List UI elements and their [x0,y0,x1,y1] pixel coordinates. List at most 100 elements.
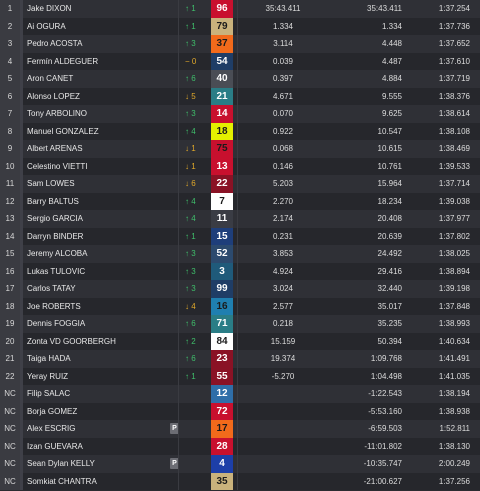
table-row[interactable]: 2 Ai OGURA ↑ 1 79 1.334 1.334 1:37.736 [0,17,480,36]
row-divider [20,245,23,263]
rider-name[interactable]: Sean Dylan KELLY [27,455,177,473]
rider-number-badge: 28 [211,437,233,455]
rider-name[interactable]: Borja GOMEZ [27,403,177,421]
column-divider [178,52,179,70]
rider-name[interactable]: Sam LOWES [27,175,177,193]
rider-name[interactable]: Alonso LOPEZ [27,88,177,106]
column-divider [178,315,179,333]
table-row[interactable]: 15 Jeremy ALCOBA ↑ 3 52 3.853 24.492 1:38.025 [0,245,480,263]
rider-name[interactable]: Taiga HADA [27,350,177,368]
rider-number-badge: 84 [211,332,233,350]
gap-cell: 3.114 [273,39,293,48]
table-row[interactable]: NC Izan GUEVARA 28 -11:01.802 1:38.130 [0,437,480,456]
rider-name[interactable]: Pedro ACOSTA [27,35,177,53]
row-divider [20,332,23,350]
rider-name[interactable]: Carlos TATAY [27,280,177,298]
position-cell: 22 [0,367,20,385]
position-cell: 11 [0,175,20,193]
position-cell: 19 [0,315,20,333]
table-row[interactable]: 16 Lukas TULOVIC ↑ 3 3 4.924 29.416 1:38.894 [0,262,480,281]
table-row[interactable]: 7 Tony ARBOLINO ↑ 3 14 0.070 9.625 1:38.614 [0,105,480,123]
total-gap-cell: -21:00.627 [363,476,402,486]
total-gap-cell: -6:59.503 [368,424,402,433]
rider-name[interactable]: Jeremy ALCOBA [27,245,177,263]
table-row[interactable]: 11 Sam LOWES ↓ 6 22 5.203 15.964 1:37.714 [0,175,480,193]
rider-name[interactable]: Filip SALAC [27,385,177,403]
row-divider [20,87,23,105]
rider-name[interactable]: Manuel GONZALEZ [27,123,177,141]
gap-cell: 0.922 [272,126,294,136]
position-change: ↑ 3 [185,249,196,258]
rider-number-badge: 22 [211,175,233,193]
rider-name[interactable]: Dennis FOGGIA [27,315,177,333]
total-gap-cell: 32.440 [377,284,402,293]
position-cell: 3 [0,35,20,53]
rider-name[interactable]: Sergio GARCIA [27,210,177,228]
results-table: 1 Jake DIXON ↑ 1 96 35:43.411 35:43.411 1:37.2… [0,0,480,490]
rider-number-badge: 35 [211,472,233,490]
rider-name[interactable]: Yeray RUIZ [27,368,177,386]
gap-cell: 2.270 [272,196,294,206]
table-row[interactable]: 6 Alonso LOPEZ ↓ 5 21 4.671 9.555 1:38.376 [0,87,480,106]
rider-name[interactable]: Lukas TULOVIC [27,263,177,281]
rider-name[interactable]: Tony ARBOLINO [27,105,177,123]
rider-number-badge: 23 [211,350,233,368]
gap-cell: 1.334 [272,21,294,31]
best-lap-cell: 1:38.130 [438,441,470,451]
rider-name[interactable]: Ai OGURA [27,18,177,36]
rider-number-badge: 11 [211,210,233,228]
best-lap-cell: 2:00.249 [438,459,470,468]
gap-cell: 0.218 [272,319,294,328]
table-row[interactable]: 17 Carlos TATAY ↑ 3 99 3.024 32.440 1:39.198 [0,280,480,298]
table-row[interactable]: NC Filip SALAC 12 -1:22.543 1:38.194 [0,385,480,403]
table-row[interactable]: 14 Darryn BINDER ↑ 1 15 0.231 20.639 1:37.802 [0,227,480,246]
rider-name[interactable]: Joe ROBERTS [27,298,177,316]
best-lap-cell: 1:37.256 [438,476,470,486]
rider-name[interactable]: Darryn BINDER [27,228,177,246]
table-row[interactable]: 5 Aron CANET ↑ 6 40 0.397 4.884 1:37.719 [0,70,480,88]
column-divider [178,87,179,105]
total-gap-cell: -1:22.543 [368,389,402,398]
row-divider [20,140,23,158]
position-cell: NC [0,420,20,438]
rider-name[interactable]: Celestino VIETTI [27,158,177,176]
table-row[interactable]: NC Sean Dylan KELLY P 4 -10:35.747 2:00.249 [0,455,480,473]
position-cell: NC [0,472,20,490]
position-change: ↓ 1 [185,161,196,171]
gap-cell: 4.671 [272,91,294,101]
table-row[interactable]: 10 Celestino VIETTI ↓ 1 13 0.146 10.761 1:39.5… [0,157,480,176]
table-row[interactable]: 22 Yeray RUIZ ↑ 1 55 -5.270 1:04.498 1:41.035 [0,367,480,386]
rider-name[interactable]: Jake DIXON [27,0,177,18]
table-row[interactable]: 20 Zonta VD GOORBERGH ↑ 2 84 15.159 50.394 1:4… [0,332,480,351]
table-row[interactable]: 1 Jake DIXON ↑ 1 96 35:43.411 35:43.411 1:37.2… [0,0,480,18]
gap-cell: 5.203 [272,179,294,188]
gap-cell: 3.024 [272,284,294,293]
table-row[interactable]: 4 Fermín ALDEGUER − 0 54 0.039 4.487 1:37.610 [0,52,480,71]
rider-name[interactable]: Somkiat CHANTRA [27,473,177,491]
rider-name[interactable]: Alex ESCRIG [27,420,177,438]
table-row[interactable]: NC Somkiat CHANTRA 35 -21:00.627 1:37.256 [0,472,480,491]
table-row[interactable]: 8 Manuel GONZALEZ ↑ 4 18 0.922 10.547 1:38.108 [0,122,480,141]
position-cell: 17 [0,280,20,298]
table-row[interactable]: 13 Sergio GARCIA ↑ 4 11 2.174 20.408 1:37.977 [0,210,480,228]
table-row[interactable]: NC Alex ESCRIG P 17 -6:59.503 1:52.811 [0,420,480,438]
rider-name[interactable]: Fermín ALDEGUER [27,53,177,71]
total-gap-cell: 4.487 [381,56,402,66]
position-cell: 16 [0,262,20,280]
table-row[interactable]: NC Borja GOMEZ 72 -5:53.160 1:38.938 [0,402,480,421]
rider-number-badge: 21 [211,87,233,105]
table-row[interactable]: 18 Joe ROBERTS ↓ 4 16 2.577 35.017 1:37.848 [0,297,480,316]
position-change: ↑ 6 [185,319,196,328]
rider-name[interactable]: Albert ARENAS [27,140,177,158]
rider-name[interactable]: Izan GUEVARA [27,438,177,456]
table-row[interactable]: 9 Albert ARENAS ↓ 1 75 0.068 10.615 1:38.469 [0,140,480,158]
rider-name[interactable]: Aron CANET [27,70,177,88]
row-divider [20,315,23,333]
rider-name[interactable]: Zonta VD GOORBERGH [27,333,177,351]
table-row[interactable]: 21 Taiga HADA ↑ 6 23 19.374 1:09.768 1:41.491 [0,350,480,368]
table-row[interactable]: 19 Dennis FOGGIA ↑ 6 71 0.218 35.235 1:38.993 [0,315,480,333]
rider-name[interactable]: Barry BALTUS [27,193,177,211]
table-row[interactable]: 3 Pedro ACOSTA ↑ 3 37 3.114 4.448 1:37.652 [0,35,480,53]
table-row[interactable]: 12 Barry BALTUS ↑ 4 7 2.270 18.234 1:39.038 [0,192,480,211]
best-lap-cell: 1:39.038 [438,196,470,206]
